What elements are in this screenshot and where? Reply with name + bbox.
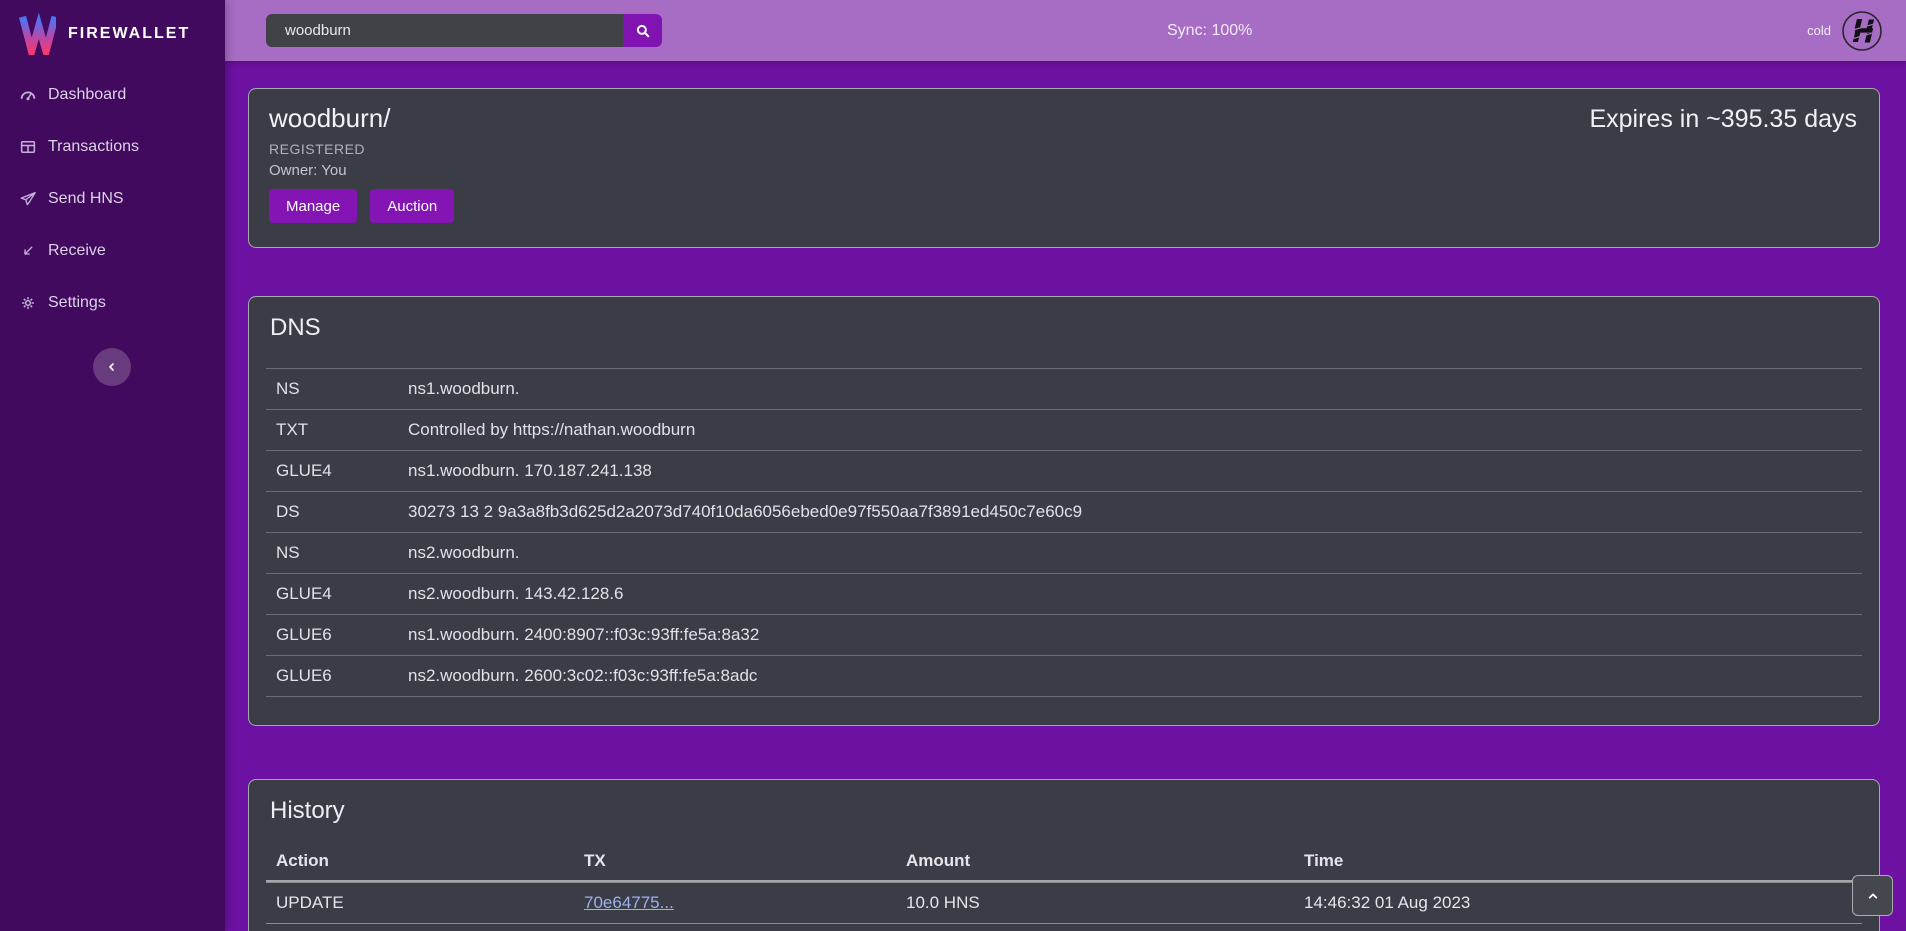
dns-record-row: NS ns1.woodburn. xyxy=(266,368,1862,409)
dns-record-row: NS ns2.woodburn. xyxy=(266,532,1862,573)
column-header-amount: Amount xyxy=(896,851,1294,871)
history-table: Action TX Amount Time UPDATE 70e64775...… xyxy=(266,842,1862,931)
dns-record-value: ns2.woodburn. 2600:3c02::f03c:93ff:fe5a:… xyxy=(408,666,757,686)
column-header-action: Action xyxy=(266,851,574,871)
column-header-tx: TX xyxy=(574,851,896,871)
dns-record-row: TXT Controlled by https://nathan.woodbur… xyxy=(266,409,1862,450)
sidebar-item-label: Dashboard xyxy=(48,86,126,104)
dns-table: NS ns1.woodburn. TXT Controlled by https… xyxy=(266,368,1862,697)
main-area: Sync: 100% cold xyxy=(225,0,1906,931)
handshake-logo-icon xyxy=(1840,9,1884,53)
manage-button[interactable]: Manage xyxy=(269,189,357,223)
brand-name: FIREWALLET xyxy=(68,25,190,43)
app-window: FIREWALLET Dashboard xyxy=(0,0,1906,931)
dns-record-row: GLUE4 ns2.woodburn. 143.42.128.6 xyxy=(266,573,1862,614)
domain-card: woodburn/ REGISTERED Owner: You Manage A… xyxy=(248,88,1880,248)
chevron-left-icon xyxy=(104,359,120,375)
dns-record-type: NS xyxy=(266,543,408,563)
dns-record-value: ns2.woodburn. xyxy=(408,543,520,563)
dns-record-type: TXT xyxy=(266,420,408,440)
brand: FIREWALLET xyxy=(0,0,225,56)
dns-record-type: DS xyxy=(266,502,408,522)
sidebar-item-label: Send HNS xyxy=(48,190,124,208)
dns-record-type: GLUE4 xyxy=(266,584,408,604)
history-time: 14:46:32 01 Aug 2023 xyxy=(1294,893,1862,913)
scroll-to-top-button[interactable] xyxy=(1852,875,1893,916)
search-button[interactable] xyxy=(623,14,662,47)
history-tx: 70e64775... xyxy=(574,893,896,913)
dns-record-value: ns2.woodburn. 143.42.128.6 xyxy=(408,584,624,604)
column-header-time: Time xyxy=(1294,851,1862,871)
send-icon xyxy=(19,190,37,208)
chevron-up-icon xyxy=(1865,888,1881,904)
receive-icon xyxy=(19,242,37,260)
wallet-account[interactable]: cold xyxy=(1807,9,1906,53)
sidebar-nav: Dashboard Transactions Send HNS xyxy=(0,69,225,329)
transactions-icon xyxy=(19,138,37,156)
tx-link[interactable]: 70e64775... xyxy=(584,893,674,912)
dns-record-type: GLUE6 xyxy=(266,625,408,645)
dns-record-row: GLUE6 ns1.woodburn. 2400:8907::f03c:93ff… xyxy=(266,614,1862,655)
domain-owner: Owner: You xyxy=(269,162,1859,179)
sidebar-item-dashboard[interactable]: Dashboard xyxy=(0,69,225,121)
sidebar-item-label: Receive xyxy=(48,242,106,260)
history-row: RENEW d7b4c4... 10.0 HNS 15:47:36 07 Jul… xyxy=(266,923,1862,931)
search-icon xyxy=(634,22,652,40)
dns-card: DNS NS ns1.woodburn. TXT Controlled by h… xyxy=(248,296,1880,726)
domain-expiry: Expires in ~395.35 days xyxy=(1589,105,1857,134)
sidebar-item-settings[interactable]: Settings xyxy=(0,277,225,329)
dns-record-type: NS xyxy=(266,379,408,399)
dns-record-row: DS 30273 13 2 9a3a8fb3d625d2a2073d740f10… xyxy=(266,491,1862,532)
sidebar-item-transactions[interactable]: Transactions xyxy=(0,121,225,173)
dns-record-value: 30273 13 2 9a3a8fb3d625d2a2073d740f10da6… xyxy=(408,502,1082,522)
history-action: UPDATE xyxy=(266,893,574,913)
history-row: UPDATE 70e64775... 10.0 HNS 14:46:32 01 … xyxy=(266,882,1862,923)
sidebar-item-receive[interactable]: Receive xyxy=(0,225,225,277)
sidebar-collapse-button[interactable] xyxy=(93,348,131,386)
settings-icon xyxy=(19,294,37,312)
dns-record-value: ns1.woodburn. xyxy=(408,379,520,399)
search-input[interactable] xyxy=(266,14,623,47)
history-card: History Action TX Amount Time UPDATE 70e… xyxy=(248,779,1880,931)
search-group xyxy=(266,14,662,47)
content: woodburn/ REGISTERED Owner: You Manage A… xyxy=(225,61,1906,931)
sidebar-item-send-hns[interactable]: Send HNS xyxy=(0,173,225,225)
domain-actions: Manage Auction xyxy=(269,189,1859,223)
topbar: Sync: 100% cold xyxy=(225,0,1906,61)
firewallet-logo-icon xyxy=(18,13,56,55)
dashboard-icon xyxy=(19,86,37,104)
history-amount: 10.0 HNS xyxy=(896,893,1294,913)
dns-record-value: ns1.woodburn. 2400:8907::f03c:93ff:fe5a:… xyxy=(408,625,759,645)
dns-record-row: GLUE4 ns1.woodburn. 170.187.241.138 xyxy=(266,450,1862,491)
domain-status-badge: REGISTERED xyxy=(269,141,1859,157)
dns-record-type: GLUE6 xyxy=(266,666,408,686)
sidebar-item-label: Settings xyxy=(48,294,106,312)
wallet-name: cold xyxy=(1807,23,1831,38)
dns-record-type: GLUE4 xyxy=(266,461,408,481)
sidebar-item-label: Transactions xyxy=(48,138,139,156)
auction-button[interactable]: Auction xyxy=(370,189,454,223)
dns-record-row: GLUE6 ns2.woodburn. 2600:3c02::f03c:93ff… xyxy=(266,655,1862,696)
dns-card-title: DNS xyxy=(270,313,1862,343)
sidebar: FIREWALLET Dashboard xyxy=(0,0,225,931)
history-header-row: Action TX Amount Time xyxy=(266,842,1862,882)
dns-record-value: ns1.woodburn. 170.187.241.138 xyxy=(408,461,652,481)
dns-record-value: Controlled by https://nathan.woodburn xyxy=(408,420,695,440)
history-card-title: History xyxy=(270,796,1862,826)
sync-status: Sync: 100% xyxy=(1167,22,1252,40)
